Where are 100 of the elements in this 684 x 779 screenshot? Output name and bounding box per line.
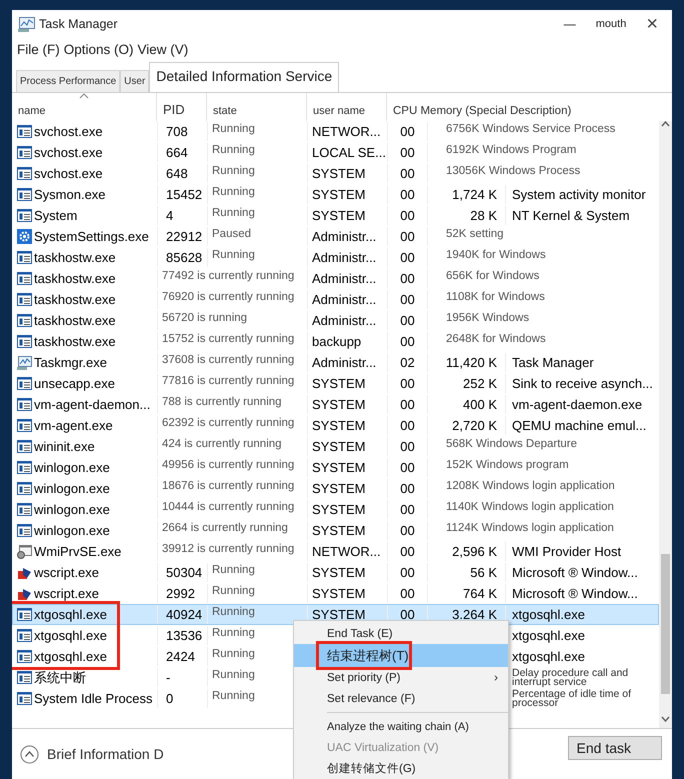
process-name: SystemSettings.exe [34,229,149,244]
table-cell: 764 K [428,584,506,603]
table-cell: 00 [388,584,428,603]
table-cell: 62392 is currently running [158,416,308,435]
table-cell: 22912 [158,227,208,246]
table-row[interactable]: taskhostw.exe 56720 is running Administr... 00 1956K Windows [12,310,659,331]
window-icon [17,188,32,201]
table-cell-text: Microsoft ® Window... [511,564,639,582]
table-cell: 56720 is running [158,311,308,330]
table-cell: SYSTEM [308,416,388,435]
table-cell: 0 [158,689,208,708]
process-name: winlogon.exe [34,502,110,517]
table-row[interactable]: wscript.exe 50304 Running SYSTEM 00 56 K Microsoft ® Window... [12,562,659,583]
maximize-button[interactable]: mouth [588,18,634,30]
column-header[interactable]: name [18,105,46,117]
table-row[interactable]: Taskmgr.exe 37608 is currently running Administr... 02 11,420 K Task Manager [12,352,659,373]
table-row[interactable]: winlogon.exe 10444 is currently running SYSTEM 00 1140K Windows login application [12,499,659,520]
table-row[interactable]: vm-agent-daemon... 788 is currently running SYSTEM 00 400 K vm-agent-daemon.exe [12,394,659,415]
table-cell-text: 2648K for Windows [445,332,547,347]
table-cell: 2664 is currently running [158,521,308,540]
table-row[interactable]: winlogon.exe 18676 is currently running SYSTEM 00 1208K Windows login application [12,478,659,499]
table-cell-text: 52K setting [445,227,505,242]
table-row[interactable]: taskhostw.exe 15752 is currently running backupp 00 2648K for Windows [12,331,659,352]
table-cell-text: 568K Windows Departure [445,437,578,452]
table-row[interactable]: taskhostw.exe 76920 is currently running Administr... 00 1108K for Windows [12,289,659,310]
table-cell: 00 [388,437,428,456]
process-name: taskhostw.exe [34,292,116,307]
details-toggle[interactable]: Brief Information D [47,746,164,762]
scrollbar[interactable] [659,121,672,728]
table-cell: 39912 is currently running [158,542,308,561]
window-icon [17,650,32,663]
window-icon [17,629,32,642]
window-icon [17,440,32,453]
table-cell: Administr... [308,269,388,288]
table-row[interactable]: SystemSettings.exe 22912 Paused Administr... 00 52K setting [12,226,659,247]
table-cell: SYSTEM [308,521,388,540]
process-name: taskhostw.exe [34,250,116,265]
table-cell-text: vm-agent-daemon.exe [511,396,644,414]
table-cell: 00 [388,164,428,183]
menu-item[interactable]: View (V) [138,42,188,56]
table-cell: 56 K [428,563,506,582]
table-row[interactable]: winlogon.exe 49956 is currently running SYSTEM 00 152K Windows program [12,457,659,478]
column-header[interactable]: state [213,105,237,117]
table-cell-text: 1208K Windows login application [445,479,616,494]
tab[interactable]: Process Performance [16,70,120,92]
table-cell: LOCAL SE... [308,143,388,162]
table-cell: 40924 [158,605,208,624]
window-icon [17,671,32,684]
window-icon [17,398,32,411]
selected-row[interactable]: xtgosqhl.exe 40924 Running SYSTEM 00 3.264 K xtgosqhl.exe [12,604,659,625]
window-icon [17,293,32,306]
menu-item[interactable]: Analyze the waiting chain (A) [294,716,508,737]
table-row[interactable]: Sysmon.exe 15452 Running SYSTEM 00 1,724 K System activity monitor [12,184,659,205]
column-header[interactable]: CPU Memory (Special Description) [393,105,572,117]
highlighted-menu-item[interactable]: 结束进程树(T) [294,644,508,667]
table-cell: 37608 is currently running [158,353,308,372]
table-cell: Administr... [308,227,388,246]
menu-item[interactable]: 创建转储文件(G) [294,758,508,779]
table-cell-text: 6192K Windows Program [445,143,578,158]
table-cell: 2,596 K [428,542,506,561]
table-cell: SYSTEM [308,500,388,519]
column-header[interactable]: user name [313,105,365,117]
tab[interactable]: Detailed Information Service [149,62,340,92]
process-name: vm-agent.exe [34,418,113,433]
process-name: svchost.exe [34,145,103,160]
table-row[interactable]: wininit.exe 424 is currently running SYSTEM 00 568K Windows Departure [12,436,659,457]
chevron-up-circle-icon [20,744,39,764]
process-name: System [34,208,78,223]
tab[interactable]: User [120,70,150,92]
table-row[interactable]: taskhostw.exe 77492 is currently running Administr... 00 656K for Windows [12,268,659,289]
table-cell: SYSTEM [308,206,388,225]
minimize-button[interactable]: — [556,17,584,31]
table-cell: 1,724 K [428,185,506,204]
table-row[interactable]: wscript.exe 2992 Running SYSTEM 00 764 K Microsoft ® Window... [12,583,659,604]
end-task-button[interactable]: End task [568,736,662,760]
table-row[interactable]: unsecapp.exe 77816 is currently running SYSTEM 00 252 K Sink to receive asynch... [12,373,659,394]
table-cell: 00 [388,374,428,393]
scrollbar-thumb[interactable] [661,554,670,694]
table-row[interactable]: svchost.exe 708 Running NETWOR... 00 6756K Windows Service Process [12,121,659,142]
table-cell-text: 152K Windows program [445,458,570,473]
close-button[interactable]: × [638,12,666,36]
table-row[interactable]: taskhostw.exe 85628 Running Administr... 00 1940K for Windows [12,247,659,268]
table-cell: 00 [388,248,428,267]
table-cell: 10444 is currently running [158,500,308,519]
table-cell: 664 [158,143,208,162]
column-header[interactable]: PID [163,102,185,117]
table-cell: 00 [388,563,428,582]
table-cell: 00 [388,395,428,414]
menu-item[interactable]: Options (O) [64,42,134,56]
table-cell: backupp [308,332,388,351]
menu-item[interactable]: File (F) [17,42,60,56]
table-row[interactable]: winlogon.exe 2664 is currently running SYSTEM 00 1124K Windows login application [12,520,659,541]
table-row[interactable]: svchost.exe 648 Running SYSTEM 00 13056K Windows Process [12,163,659,184]
window-icon [17,503,32,516]
table-row[interactable]: WmiPrvSE.exe 39912 is currently running NETWOR... 00 2,596 K WMI Provider Host [12,541,659,562]
table-row[interactable]: System 4 Running SYSTEM 00 28 K NT Kernel & System [12,205,659,226]
table-row[interactable]: svchost.exe 664 Running LOCAL SE... 00 6192K Windows Program [12,142,659,163]
table-cell: 00 [388,458,428,477]
table-cell: 77492 is currently running [158,269,308,288]
table-row[interactable]: vm-agent.exe 62392 is currently running SYSTEM 00 2,720 K QEMU machine emul... [12,415,659,436]
